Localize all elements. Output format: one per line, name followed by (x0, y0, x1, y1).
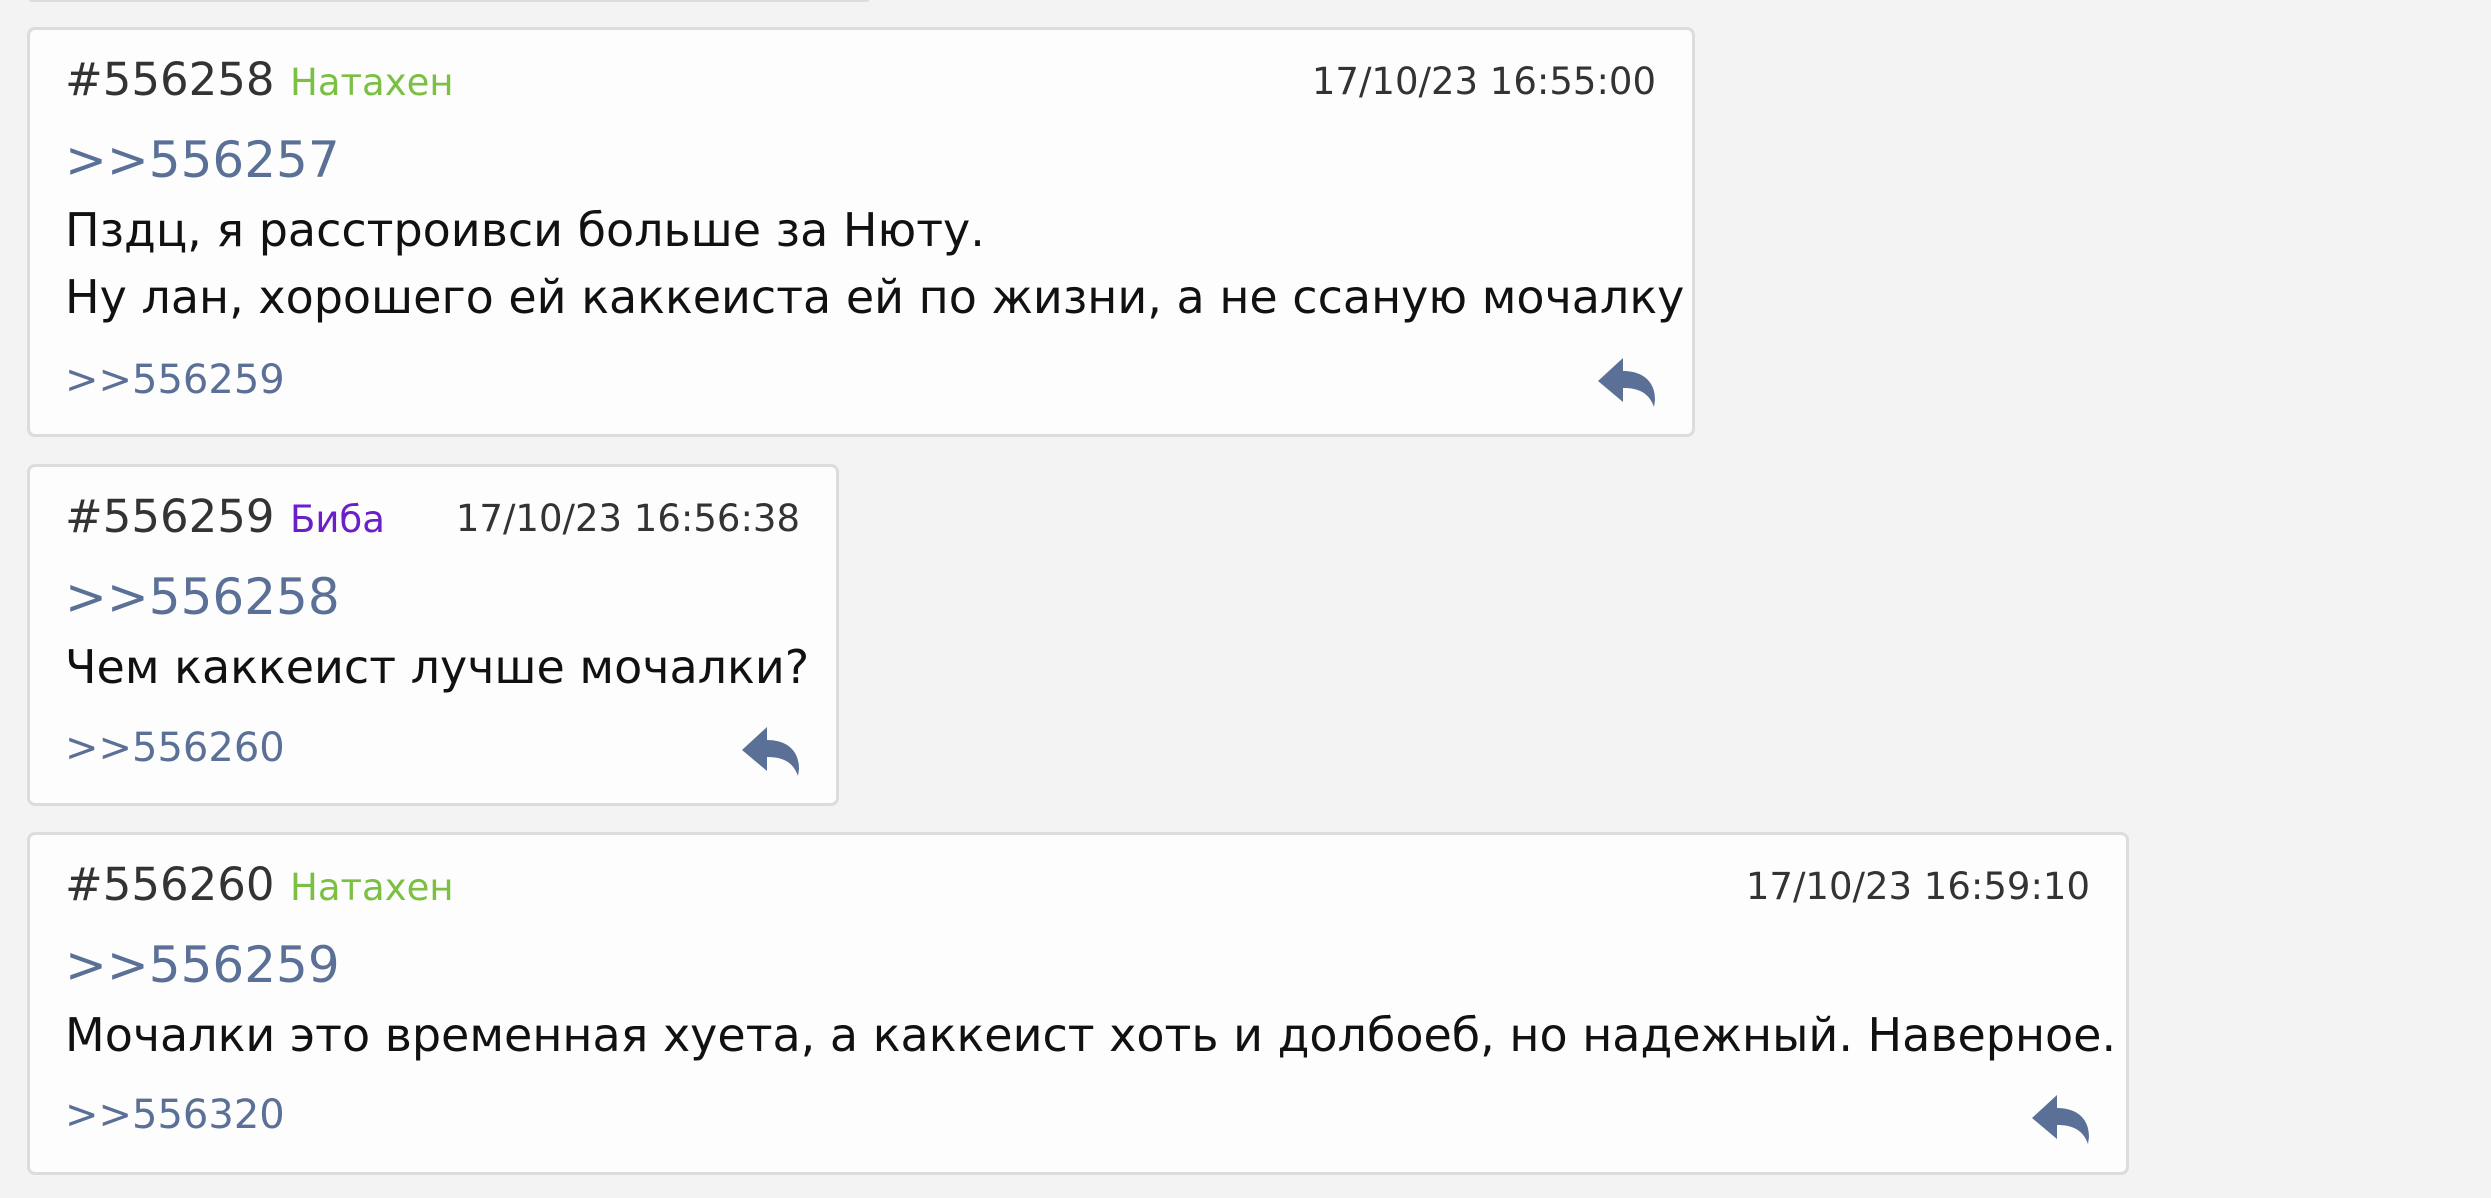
message-line: Пздц, я расстроивси больше за Нюту. (65, 203, 985, 257)
message-line: Чем каккеист лучше мочалки? (65, 640, 810, 694)
post-message: Чем каккеист лучше мочалки? (65, 634, 809, 701)
message-line: Мочалки это временная хуета, а каккеист … (65, 1008, 2117, 1062)
post-date: 17/10/23 16:56:38 (455, 497, 800, 540)
quote-link[interactable]: >>556257 (65, 127, 340, 193)
message-line: Ну лан, хорошего ей каккеиста ей по жизн… (65, 270, 1685, 324)
reply-arrow-icon[interactable] (1594, 354, 1660, 410)
post-number[interactable]: #556259 (65, 487, 275, 547)
post-number[interactable]: #556260 (65, 855, 275, 915)
post: #556259 Биба 17/10/23 16:56:38 >>556258 … (27, 464, 839, 806)
reply-link[interactable]: >>556259 (65, 353, 285, 407)
reply-arrow-icon[interactable] (738, 723, 804, 779)
quote-link[interactable]: >>556259 (65, 932, 340, 998)
post-number[interactable]: #556258 (65, 50, 275, 110)
post-message: Пздц, я расстроивси больше за Нюту. Ну л… (65, 197, 1684, 331)
previous-post-edge (28, 0, 870, 2)
reply-link[interactable]: >>556320 (65, 1088, 285, 1142)
post: #556260 Натахен 17/10/23 16:59:10 >>5562… (27, 832, 2129, 1175)
post-message: Мочалки это временная хуета, а каккеист … (65, 1002, 2116, 1069)
post-date: 17/10/23 16:55:00 (1311, 60, 1656, 103)
quote-link[interactable]: >>556258 (65, 564, 340, 630)
reply-arrow-icon[interactable] (2028, 1091, 2094, 1147)
post-date: 17/10/23 16:59:10 (1745, 865, 2090, 908)
post-author: Натахен (290, 866, 454, 909)
post-author: Биба (290, 498, 385, 541)
reply-link[interactable]: >>556260 (65, 721, 285, 775)
post: #556258 Натахен 17/10/23 16:55:00 >>5562… (27, 27, 1695, 437)
post-author: Натахен (290, 61, 454, 104)
